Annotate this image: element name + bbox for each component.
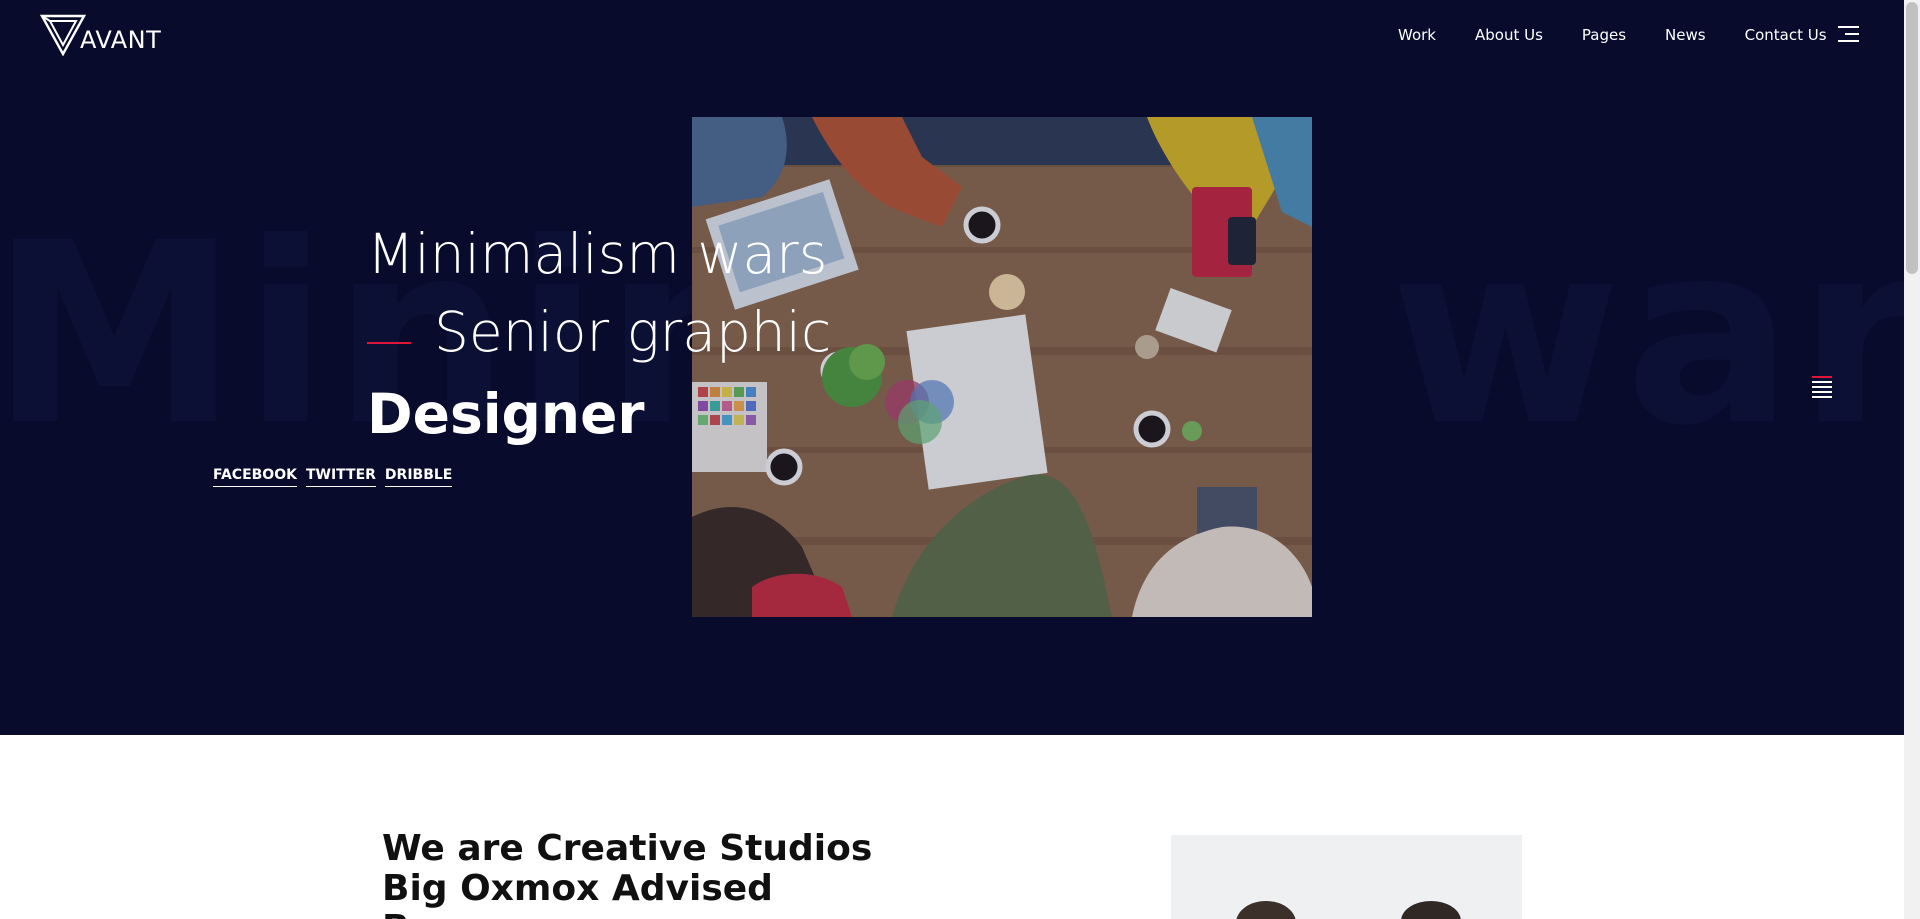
nav-item-about-us[interactable]: About Us: [1475, 26, 1543, 44]
about-section-image: [1171, 835, 1522, 919]
scrollbar-thumb[interactable]: [1906, 2, 1918, 274]
hero-photo-illustration: [692, 117, 1312, 617]
brand-name: AVANT: [80, 26, 162, 54]
social-link-dribble[interactable]: DRIBBLE: [384, 467, 453, 487]
nav-item-contact-us[interactable]: Contact Us: [1745, 26, 1827, 44]
hero-section: Minima wars AVANT Work About Us Pages Ne…: [0, 0, 1904, 735]
brand-logo[interactable]: AVANT: [40, 14, 161, 56]
about-section-title: We are Creative Studios Big Oxmox Advise…: [382, 828, 873, 919]
hero-background-word-right: wars: [1390, 189, 1904, 480]
hero-headline-line-2: Senior graphic: [434, 300, 832, 364]
nav-item-work[interactable]: Work: [1398, 26, 1436, 44]
about-photo-illustration: [1171, 835, 1522, 919]
hero-headline-line-1: Minimalism wars: [367, 222, 828, 286]
headline-accent-dash: [367, 342, 411, 344]
social-link-facebook[interactable]: FACEBOOK: [213, 467, 297, 487]
social-links: FACEBOOK TWITTER DRIBBLE: [213, 467, 461, 487]
nav-item-pages[interactable]: Pages: [1582, 26, 1626, 44]
hero-image-team-table: [692, 117, 1312, 617]
main-nav: Work About Us Pages News Contact Us: [1398, 26, 1827, 44]
nav-item-news[interactable]: News: [1665, 26, 1706, 44]
menu-lines-icon[interactable]: [1812, 376, 1832, 399]
hero-headline-line-3: Designer: [367, 382, 645, 446]
social-link-twitter[interactable]: TWITTER: [305, 467, 376, 487]
hamburger-icon[interactable]: [1838, 26, 1859, 42]
